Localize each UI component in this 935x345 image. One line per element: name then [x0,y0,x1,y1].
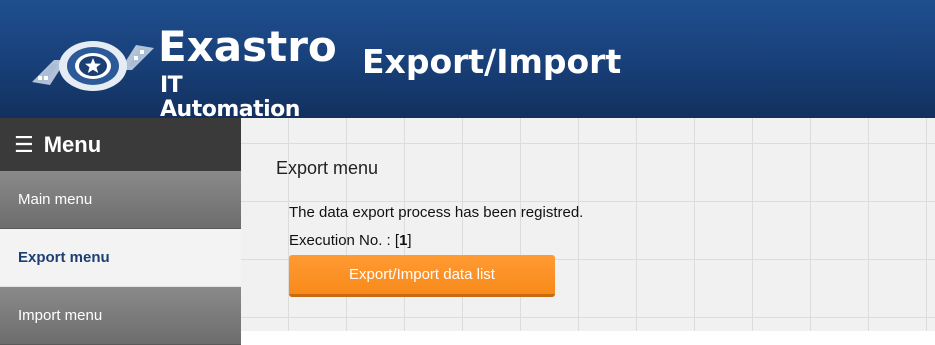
sidebar-item-export-menu[interactable]: Export menu [0,229,241,287]
section-title: Export menu [276,158,379,178]
main-content: Export menu The data export process has … [241,118,935,331]
app-header: Exastro IT Automation Export/Import [0,0,935,122]
sidebar-item-label: Main menu [18,191,93,208]
exastro-star-logo-icon [32,41,154,91]
sidebar-item-label: Import menu [18,307,103,324]
logo-name: Exastro [158,22,337,71]
logo-subtitle: IT Automation [160,73,300,122]
logo[interactable]: Exastro IT Automation [18,10,337,122]
execution-suffix: ] [407,232,412,249]
sidebar-item-main-menu[interactable]: Main menu [0,171,241,229]
sidebar: ☰ Menu Main menu Export menu Import menu [0,118,241,345]
page-title: Export/Import [362,42,622,81]
status-message: The data export process has been registr… [289,204,584,221]
menu-toggle[interactable]: ☰ Menu [0,118,241,171]
sidebar-item-import-menu[interactable]: Import menu [0,287,241,345]
sidebar-item-label: Export menu [18,249,110,266]
execution-label: Execution No. : [ [289,232,400,249]
menu-label: Menu [43,131,102,157]
hamburger-icon: ☰ [14,131,34,157]
export-import-data-list-button[interactable]: Export/Import data list [289,255,555,297]
execution-number: Execution No. : [1] [289,232,412,249]
